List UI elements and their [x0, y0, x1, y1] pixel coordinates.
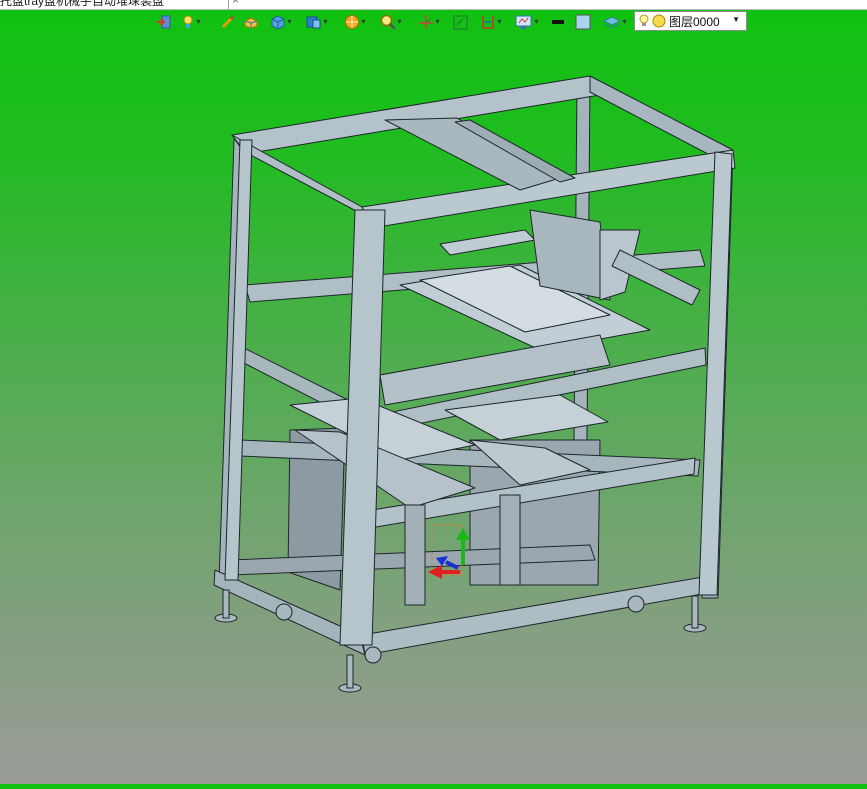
frame-front-right-leg: [698, 151, 733, 596]
fit-view-icon: [452, 14, 468, 30]
layer-visible-bulb-icon[interactable]: [639, 14, 649, 28]
layer-manager-icon: [603, 16, 622, 29]
import-button[interactable]: [156, 11, 172, 33]
fit-view-button[interactable]: [452, 11, 468, 33]
light-caret-icon[interactable]: ▾: [196, 18, 200, 26]
section-view-caret-icon[interactable]: ▾: [323, 18, 327, 26]
sketch-button[interactable]: [220, 11, 236, 33]
triad-caret-icon[interactable]: ▾: [435, 18, 439, 26]
caster-wheel-left: [275, 603, 293, 621]
cube-view-icon: [271, 15, 285, 30]
section-view-icon: [306, 16, 321, 29]
layer-color-dot-icon: [652, 14, 666, 28]
constraint-icon: [482, 16, 495, 29]
sketch-icon: [221, 15, 235, 29]
cube-view-button[interactable]: ▾: [266, 11, 296, 33]
view-toolbar: ▾ ▾ ▾ ▾ ▾ ▾ ▾ ▾ ▾ 图层0000 ▼: [150, 10, 750, 34]
layer-manager-caret-icon[interactable]: ▾: [622, 18, 626, 26]
document-tab-title: 托盘tray盘机械手自动堆垛装盘: [0, 0, 165, 8]
cube-view-caret-icon[interactable]: ▾: [287, 18, 291, 26]
layer-dropdown-arrow-icon[interactable]: ▼: [732, 15, 740, 24]
render-button[interactable]: ▾: [340, 11, 370, 33]
cad-model: [213, 75, 736, 693]
document-tab[interactable]: 托盘tray盘机械手自动堆垛装盘: [0, 0, 229, 9]
leveling-foot-right-post: [691, 595, 699, 629]
display-settings-caret-icon[interactable]: ▾: [534, 18, 538, 26]
fill-color-icon: [575, 14, 591, 30]
3d-viewport[interactable]: [0, 36, 867, 784]
line-color-button[interactable]: [550, 11, 566, 33]
zoom-icon: [381, 14, 397, 30]
gantry-beam: [439, 229, 536, 256]
layer-select[interactable]: 图层0000 ▼: [634, 11, 747, 31]
lift-column-right: [499, 494, 521, 586]
constraint-button[interactable]: ▾: [476, 11, 506, 33]
frame-top-left-beam: [231, 134, 376, 222]
render-caret-icon[interactable]: ▾: [361, 18, 365, 26]
lift-column-left: [404, 504, 426, 606]
box-solid-icon: [244, 17, 258, 29]
leveling-foot-front-post: [346, 654, 354, 689]
display-settings-button[interactable]: ▾: [512, 11, 542, 33]
section-view-button[interactable]: ▾: [302, 11, 332, 33]
render-sphere-icon: [345, 15, 360, 29]
box-solid-button[interactable]: [242, 11, 260, 33]
frame-top-right-beam: [589, 75, 734, 164]
fill-color-button[interactable]: [574, 11, 592, 33]
close-tab-icon[interactable]: ×: [232, 0, 239, 7]
document-tab-strip: 托盘tray盘机械手自动堆垛装盘 ×: [0, 0, 867, 10]
caster-wheel-front: [364, 646, 382, 664]
caster-wheel-right: [627, 595, 645, 613]
constraint-caret-icon[interactable]: ▾: [497, 18, 501, 26]
gantry-carriage: [529, 209, 611, 301]
import-icon: [157, 15, 171, 29]
layer-manager-button[interactable]: ▾: [600, 11, 630, 33]
display-settings-icon: [515, 15, 532, 29]
leveling-foot-left-post: [222, 589, 230, 619]
light-button[interactable]: ▾: [177, 11, 205, 33]
zoom-button[interactable]: ▾: [376, 11, 406, 33]
frame-top-back-beam: [231, 75, 601, 155]
axis-y-arrow-icon: [456, 528, 470, 540]
zoom-caret-icon[interactable]: ▾: [397, 18, 401, 26]
triad-button[interactable]: ▾: [414, 11, 444, 33]
triad-icon: [419, 15, 434, 29]
light-icon: [183, 15, 193, 28]
layer-select-value: 图层0000: [669, 14, 720, 29]
line-color-icon: [552, 20, 564, 24]
